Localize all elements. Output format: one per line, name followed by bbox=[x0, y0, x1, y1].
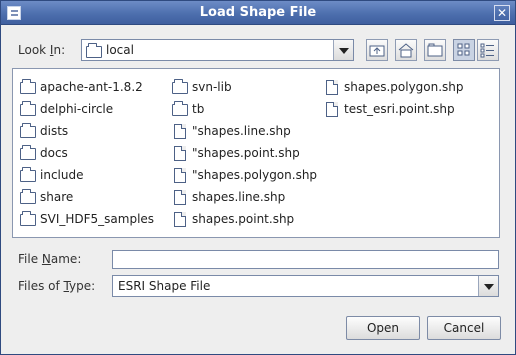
look-in-value: local bbox=[106, 43, 134, 57]
list-item[interactable]: "shapes.polygon.shp bbox=[170, 167, 320, 185]
list-item-label: SVI_HDF5_samples bbox=[40, 212, 155, 226]
folder-icon bbox=[20, 123, 36, 138]
file-icon bbox=[174, 168, 186, 183]
load-shape-file-dialog: Load Shape File ✕ Look In: local apache-… bbox=[0, 0, 516, 355]
cancel-button[interactable]: Cancel bbox=[427, 316, 501, 340]
home-icon bbox=[398, 43, 414, 58]
list-item-label: svn-lib bbox=[192, 80, 232, 94]
list-view-button[interactable] bbox=[453, 39, 475, 61]
new-folder-icon bbox=[427, 43, 443, 57]
list-item[interactable]: shapes.point.shp bbox=[170, 211, 315, 229]
up-one-level-button[interactable] bbox=[366, 39, 388, 61]
file-type-combo[interactable]: ESRI Shape File bbox=[112, 275, 499, 297]
details-view-button[interactable] bbox=[477, 39, 499, 61]
chevron-down-icon[interactable] bbox=[333, 40, 353, 60]
list-item[interactable]: tb bbox=[170, 101, 315, 119]
list-item[interactable]: test_esri.point.shp bbox=[322, 101, 487, 119]
list-item-label: test_esri.point.shp bbox=[344, 102, 455, 116]
folder-icon bbox=[20, 79, 36, 94]
list-item-label: dists bbox=[40, 124, 69, 138]
list-item[interactable]: "shapes.line.shp bbox=[170, 123, 315, 141]
file-name-input[interactable] bbox=[112, 250, 499, 269]
file-icon bbox=[326, 80, 338, 95]
list-view-icon bbox=[457, 43, 470, 56]
file-icon bbox=[174, 190, 186, 205]
folder-icon bbox=[86, 43, 102, 58]
folder-icon bbox=[172, 101, 188, 116]
list-item[interactable]: SVI_HDF5_samples bbox=[18, 211, 168, 229]
file-icon bbox=[174, 124, 186, 139]
title-bar[interactable]: Load Shape File ✕ bbox=[1, 1, 515, 25]
list-item-label: apache-ant-1.8.2 bbox=[40, 80, 143, 94]
file-icon bbox=[174, 212, 186, 227]
list-item-label: "shapes.point.shp bbox=[192, 146, 300, 160]
folder-icon bbox=[20, 189, 36, 204]
folder-icon bbox=[20, 101, 36, 116]
list-item-label: include bbox=[40, 168, 84, 182]
folder-icon bbox=[172, 79, 188, 94]
chevron-down-icon[interactable] bbox=[478, 276, 498, 296]
home-button[interactable] bbox=[395, 39, 417, 61]
list-item-label: shapes.point.shp bbox=[192, 212, 295, 226]
list-item-label: share bbox=[40, 190, 74, 204]
look-in-label: Look In: bbox=[18, 43, 66, 57]
file-type-label: Files of Type: bbox=[18, 279, 96, 293]
folder-icon bbox=[20, 211, 36, 226]
file-type-value: ESRI Shape File bbox=[118, 279, 211, 293]
open-button[interactable]: Open bbox=[346, 316, 420, 340]
list-item-label: shapes.polygon.shp bbox=[344, 80, 464, 94]
new-folder-button[interactable] bbox=[424, 39, 446, 61]
close-icon[interactable]: ✕ bbox=[494, 5, 510, 21]
file-list[interactable]: apache-ant-1.8.2 delphi-circle dists doc… bbox=[12, 68, 500, 238]
look-in-combo[interactable]: local bbox=[81, 39, 354, 61]
dialog-title: Load Shape File bbox=[199, 5, 317, 20]
list-item[interactable]: share bbox=[18, 189, 168, 207]
list-item-label: shapes.line.shp bbox=[192, 190, 286, 204]
file-icon bbox=[174, 146, 186, 161]
list-item[interactable]: svn-lib bbox=[170, 79, 315, 97]
folder-icon bbox=[20, 167, 36, 182]
folder-icon bbox=[20, 145, 36, 160]
file-icon bbox=[326, 102, 338, 117]
list-item[interactable]: delphi-circle bbox=[18, 101, 168, 119]
up-folder-icon bbox=[369, 45, 385, 57]
list-item[interactable]: docs bbox=[18, 145, 168, 163]
list-item[interactable]: include bbox=[18, 167, 168, 185]
list-item-label: "shapes.polygon.shp bbox=[192, 168, 318, 182]
list-item-label: tb bbox=[192, 102, 205, 116]
list-item[interactable]: shapes.line.shp bbox=[170, 189, 315, 207]
list-item[interactable]: shapes.polygon.shp bbox=[322, 79, 487, 97]
list-item-label: "shapes.line.shp bbox=[192, 124, 291, 138]
list-item[interactable]: "shapes.point.shp bbox=[170, 145, 315, 163]
list-item-label: docs bbox=[40, 146, 68, 160]
list-item[interactable]: apache-ant-1.8.2 bbox=[18, 79, 168, 97]
file-name-label: File Name: bbox=[18, 252, 82, 266]
list-item[interactable]: dists bbox=[18, 123, 168, 141]
list-item-label: delphi-circle bbox=[40, 102, 114, 116]
details-view-icon bbox=[480, 43, 494, 58]
